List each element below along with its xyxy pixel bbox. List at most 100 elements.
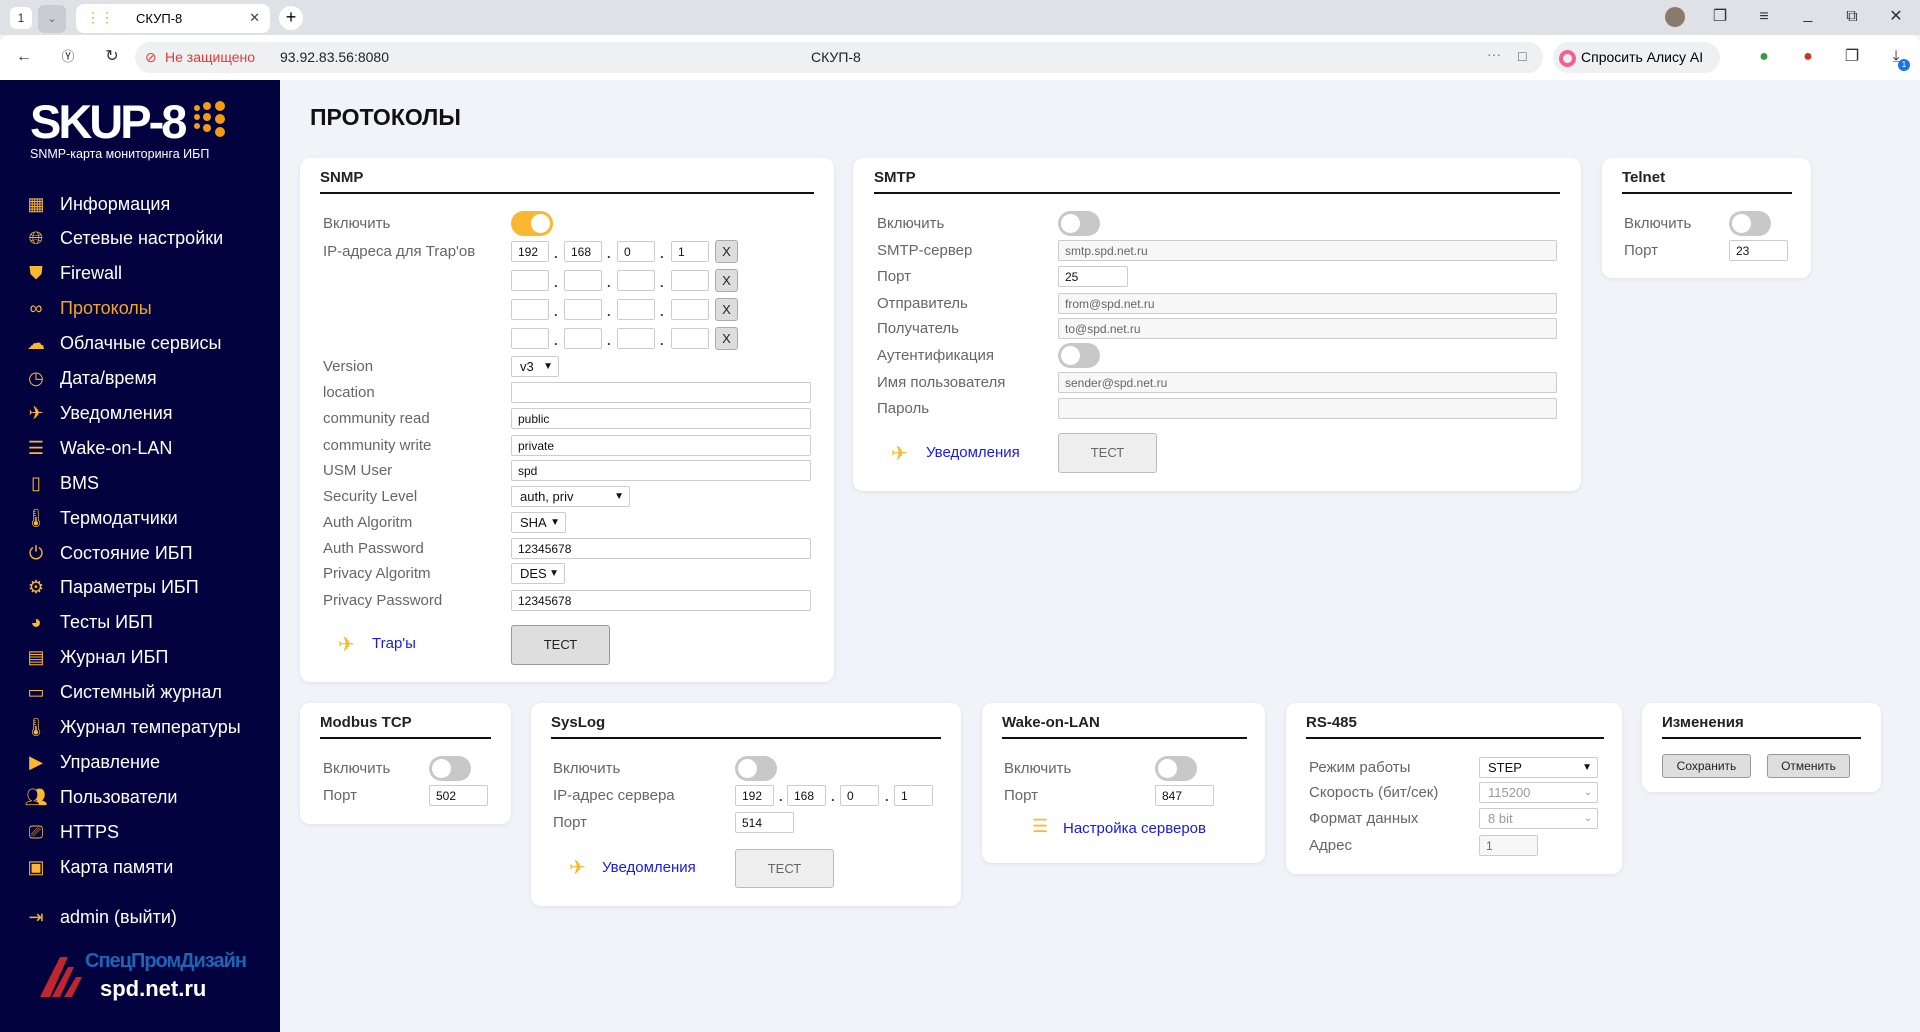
syslog-ip-octet[interactable] [840,785,879,806]
sidebar-item[interactable]: ▶ Управление [25,747,160,777]
syslog-ip-octet[interactable] [787,785,826,806]
trap-ip-octet[interactable] [617,241,655,262]
bookmarks-collection-icon[interactable]: ❐ [1708,5,1732,29]
privacy-password-input[interactable] [511,590,811,611]
sidebar-item[interactable]: 🌐︎ Сетевые настройки [25,224,223,254]
version-select[interactable]: v3 ▼ [511,356,559,377]
snmp-enable-toggle[interactable] [511,211,553,236]
syslog-notifications-link[interactable]: Уведомления [602,859,696,876]
sidebar-item[interactable]: ⎚ HTTPS [25,817,119,847]
more-icon[interactable]: ··· [1487,46,1501,62]
tab-counter[interactable]: 1 [10,7,32,29]
auth-password-input[interactable] [511,538,811,559]
trap-ip-octet[interactable] [617,328,655,349]
trap-ip-octet[interactable] [511,270,549,291]
location-input[interactable] [511,382,811,403]
syslog-ip-octet[interactable] [735,785,774,806]
sidebar-item[interactable]: ▣ Карта памяти [25,852,173,882]
remove-trap-ip-button[interactable]: X [715,269,738,292]
sidebar-panel-icon[interactable]: ❐ [1840,45,1864,69]
modbus-enable-toggle[interactable] [429,756,471,781]
smtp-auth-toggle[interactable] [1058,343,1100,368]
tab-list-chevron-icon[interactable]: ⌄ [38,5,66,33]
sidebar-item[interactable]: 🌡︎ Термодатчики [25,503,178,533]
back-icon[interactable]: ← [12,45,36,69]
address-input[interactable] [1479,835,1538,856]
trap-ip-octet[interactable] [564,299,602,320]
yandex-icon[interactable]: Ⓨ [56,45,80,69]
auth-alg-select[interactable]: SHA ▼ [511,512,566,533]
telnet-enable-toggle[interactable] [1729,211,1771,236]
extension-icon[interactable]: ● [1796,45,1820,69]
trap-ip-octet[interactable] [511,241,549,262]
cancel-button[interactable]: Отменить [1767,754,1850,778]
wol-enable-toggle[interactable] [1155,756,1197,781]
trap-ip-octet[interactable] [671,270,709,291]
format-select[interactable]: 8 bit ⌄ [1479,808,1598,829]
reload-icon[interactable]: ↻ [100,45,124,69]
servers-settings-link[interactable]: Настройка серверов [1063,820,1206,837]
sidebar-item[interactable]: ⚙ Параметры ИБП [25,573,199,603]
remove-trap-ip-button[interactable]: X [715,240,738,263]
sidebar-item[interactable]: ☰ Wake-on-LAN [25,433,172,463]
smtp-test-button[interactable]: ТЕСТ [1058,433,1157,473]
sidebar-item[interactable]: 🌡︎ Журнал температуры [25,713,241,743]
trap-ip-octet[interactable] [511,299,549,320]
community-write-input[interactable] [511,435,811,456]
trap-ip-octet[interactable] [671,299,709,320]
trap-ip-octet[interactable] [617,299,655,320]
restore-icon[interactable]: ⧉ [1840,5,1864,29]
syslog-test-button[interactable]: ТЕСТ [735,849,834,888]
trap-ip-octet[interactable] [671,241,709,262]
sidebar-item[interactable]: ▦ Информация [25,189,170,219]
usm-user-input[interactable] [511,460,811,481]
snmp-test-button[interactable]: ТЕСТ [511,625,610,665]
password-input[interactable] [1058,398,1557,419]
telnet-port-input[interactable] [1729,240,1788,261]
trap-ip-octet[interactable] [564,328,602,349]
smtp-port-input[interactable] [1058,266,1128,287]
sidebar-item[interactable]: ☁ Облачные сервисы [25,329,221,359]
sidebar-item[interactable]: ▭ Системный журнал [25,678,221,708]
minimize-icon[interactable]: _ [1796,3,1820,27]
sidebar-item[interactable]: ✈ Уведомления [25,398,172,428]
sidebar-item[interactable]: 👥︎ Пользователи [25,782,178,812]
security-label[interactable]: Не защищено [165,49,255,65]
smtp-enable-toggle[interactable] [1058,211,1100,236]
speed-select[interactable]: 115200 ⌄ [1479,782,1598,803]
modbus-port-input[interactable] [429,785,488,806]
syslog-enable-toggle[interactable] [735,756,777,781]
trap-ip-octet[interactable] [564,270,602,291]
syslog-ip-octet[interactable] [894,785,933,806]
security-level-select[interactable]: auth, priv ▼ [511,486,630,507]
sidebar-item[interactable]: ⏻ Состояние ИБП [25,538,193,568]
ask-alice-button[interactable]: Спросить Алису AI [1553,42,1720,73]
privacy-alg-select[interactable]: DES ▼ [511,563,565,584]
smtp-server-input[interactable] [1058,240,1557,261]
trap-ip-octet[interactable] [564,241,602,262]
community-read-input[interactable] [511,408,811,429]
recipient-input[interactable] [1058,318,1557,339]
sidebar-item[interactable]: ∞ Протоколы [25,294,152,324]
trap-ip-octet[interactable] [511,328,549,349]
remove-trap-ip-button[interactable]: X [715,298,738,321]
save-button[interactable]: Сохранить [1662,754,1751,778]
close-tab-icon[interactable]: ✕ [249,10,260,26]
evernote-extension-icon[interactable]: ● [1752,45,1776,69]
trap-ip-octet[interactable] [617,270,655,291]
menu-icon[interactable]: ≡ [1752,5,1776,29]
url-field[interactable]: ⊘ Не защищено 93.92.83.56:8080 СКУП-8 ··… [135,42,1543,73]
sidebar-item[interactable]: ▤ Журнал ИБП [25,643,168,673]
wol-port-input[interactable] [1155,785,1214,806]
traps-link[interactable]: Trap'ы [372,635,416,652]
close-window-icon[interactable]: ✕ [1884,5,1908,29]
sender-input[interactable] [1058,293,1557,314]
trap-ip-octet[interactable] [671,328,709,349]
syslog-port-input[interactable] [735,812,794,833]
mode-select[interactable]: STEP ▼ [1479,757,1598,778]
browser-tab[interactable]: ⋮⋮ СКУП-8 ✕ [76,4,270,33]
profile-avatar[interactable] [1665,7,1685,27]
sidebar-item[interactable]: ◷ Дата/время [25,364,156,394]
logout-link[interactable]: ⇥ admin (выйти) [25,902,176,932]
sidebar-item[interactable]: ⛊ Firewall [25,259,122,289]
